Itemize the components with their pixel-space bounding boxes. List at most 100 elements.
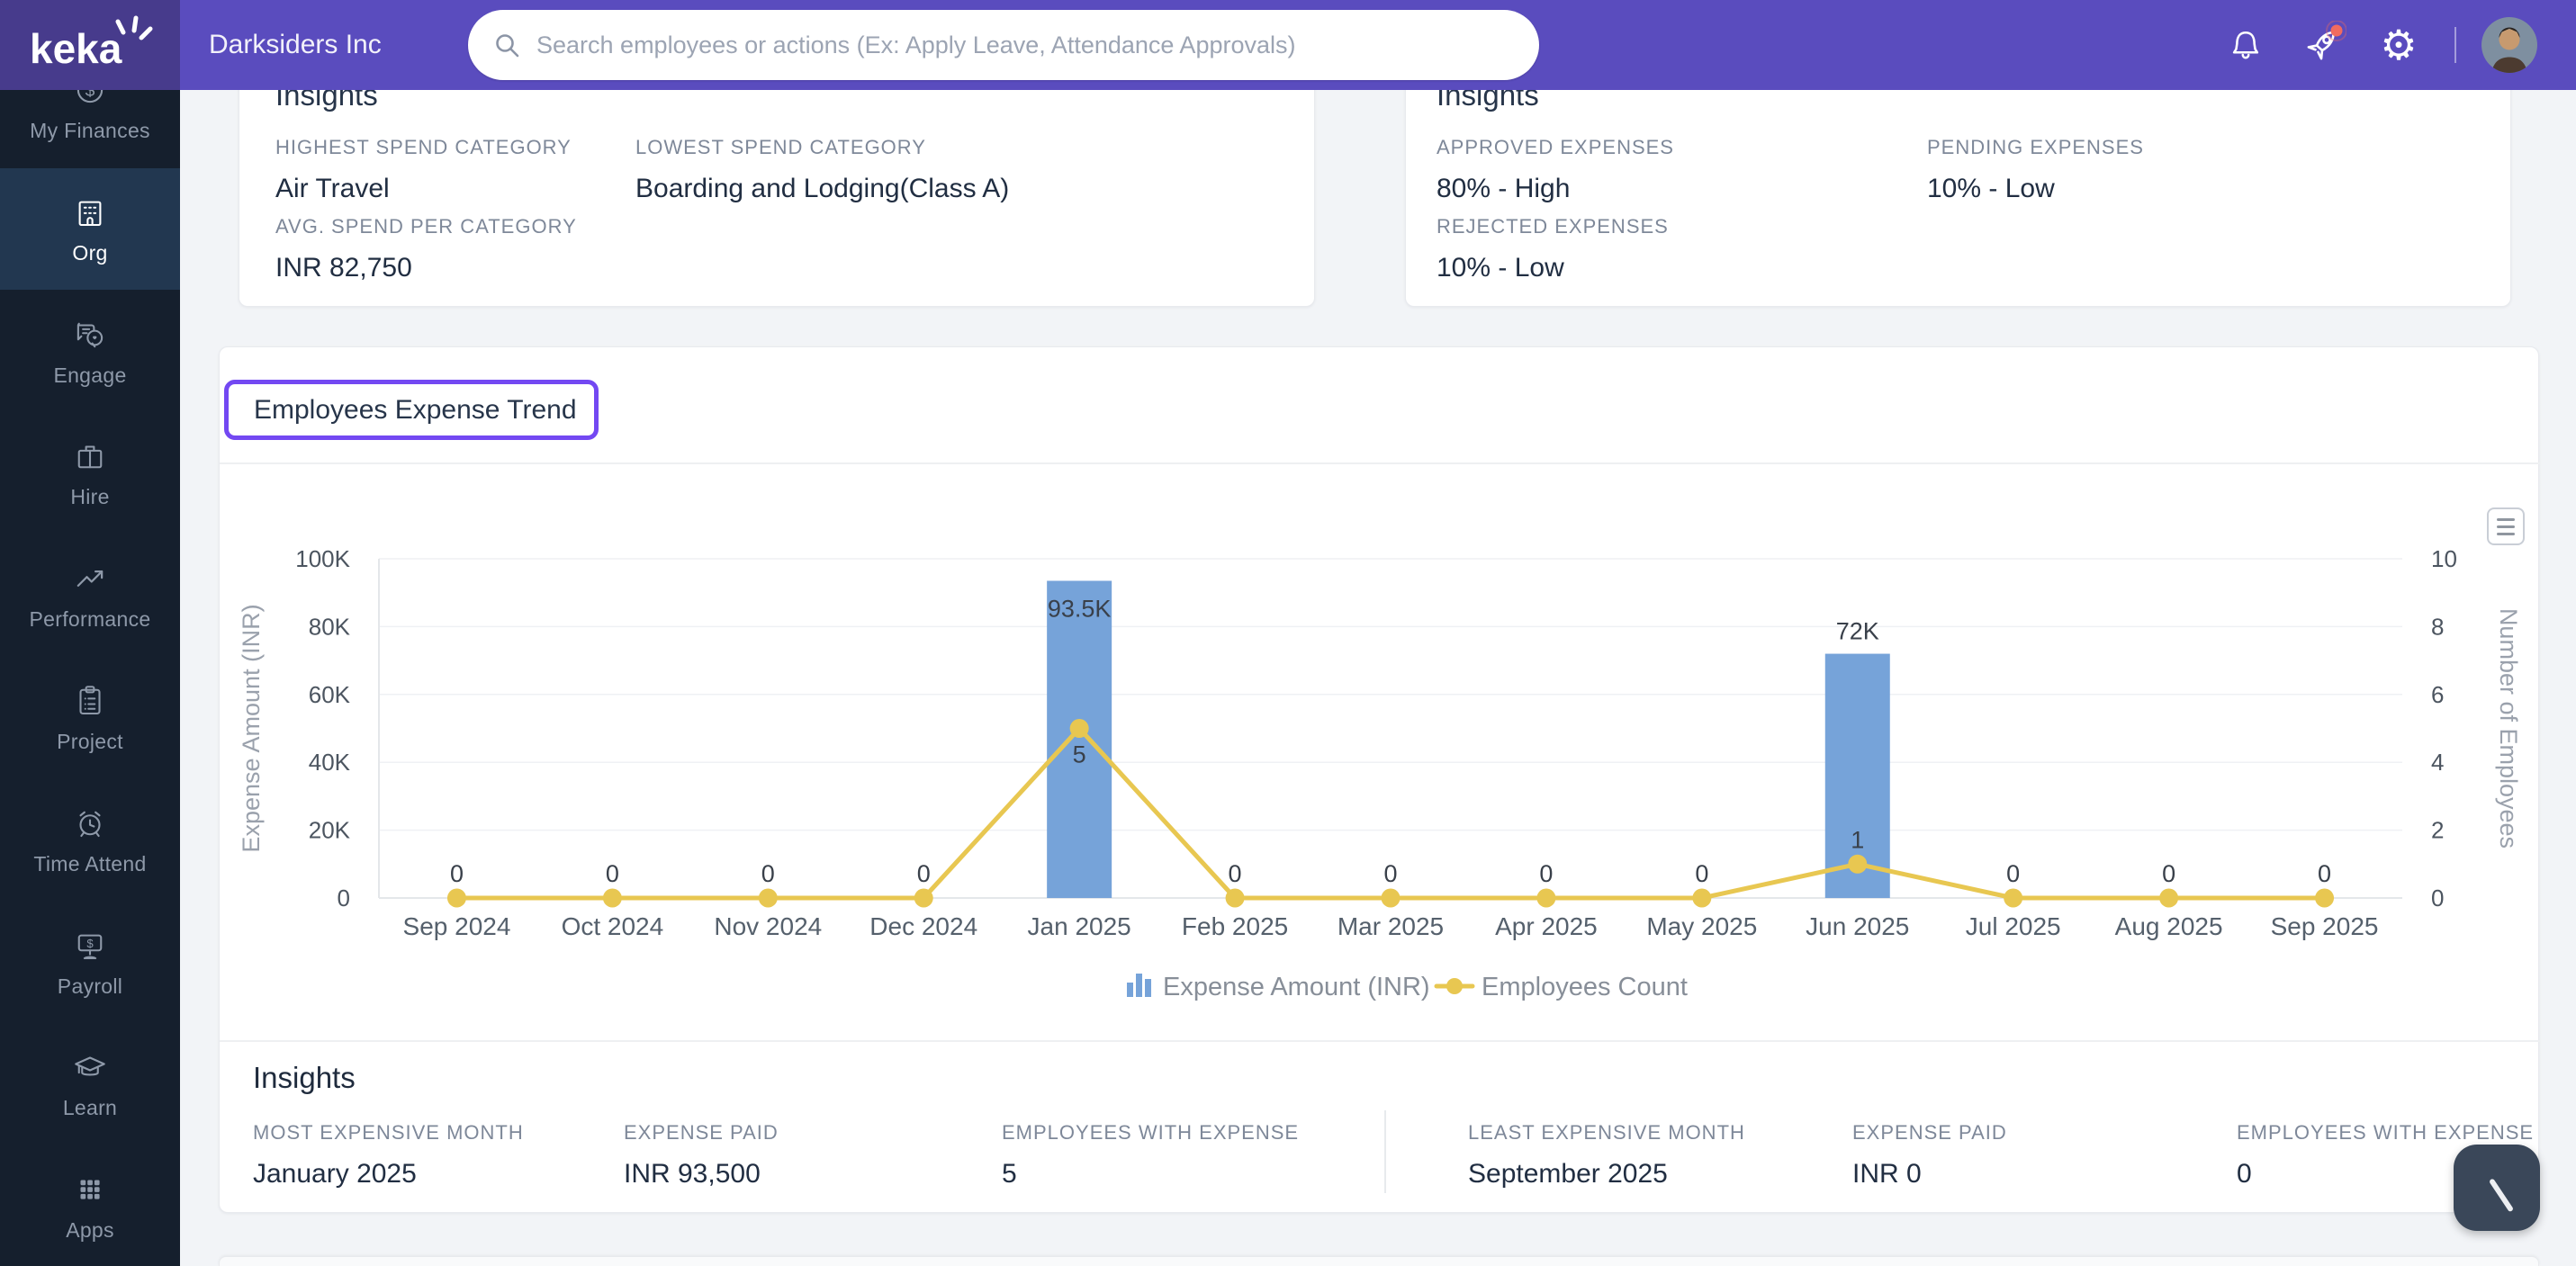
svg-text:Apr 2025: Apr 2025 <box>1495 912 1598 940</box>
employees-with-expense-field: EMPLOYEES WITH EXPENSE 5 <box>1002 1121 1300 1189</box>
user-avatar[interactable] <box>2481 17 2537 73</box>
svg-text:Oct 2024: Oct 2024 <box>562 912 664 940</box>
chat-heart-icon <box>71 315 109 355</box>
svg-text:72K: 72K <box>1836 618 1879 645</box>
rejected-expenses-field: REJECTED EXPENSES 10% - Low <box>1437 215 1669 283</box>
whats-new-button[interactable] <box>2297 0 2347 90</box>
notification-dot <box>2330 24 2343 37</box>
divider <box>2454 27 2456 63</box>
global-search[interactable] <box>468 10 1539 80</box>
alarm-clock-icon <box>71 804 109 843</box>
svg-text:0: 0 <box>338 884 350 911</box>
sidebar-item-label: Hire <box>70 485 110 508</box>
approved-expenses-field: APPROVED EXPENSES 80% - High <box>1437 136 1674 203</box>
svg-text:Nov 2024: Nov 2024 <box>714 912 822 940</box>
svg-text:20K: 20K <box>309 817 351 844</box>
keka-logo-icon: keka <box>30 15 153 72</box>
lowest-spend-field: LOWEST SPEND CATEGORY Boarding and Lodgi… <box>635 136 1010 203</box>
svg-text:2: 2 <box>2431 817 2444 844</box>
svg-text:80K: 80K <box>309 613 351 640</box>
divider <box>1384 1110 1386 1193</box>
svg-text:Expense Amount (INR): Expense Amount (INR) <box>1163 973 1430 1001</box>
gear-icon: ⚙ <box>2380 22 2418 68</box>
sidebar-item-payroll[interactable]: $ Payroll <box>0 902 180 1023</box>
expense-paid-field: EXPENSE PAID INR 93,500 <box>624 1121 779 1189</box>
svg-text:8: 8 <box>2431 613 2444 640</box>
sidebar-item-label: Engage <box>53 364 127 387</box>
company-name: Darksiders Inc <box>209 30 382 59</box>
search-input[interactable] <box>468 10 1539 80</box>
svg-text:40K: 40K <box>309 749 351 776</box>
svg-text:10: 10 <box>2431 545 2457 572</box>
notifications-button[interactable] <box>2225 0 2266 90</box>
keka-logo[interactable]: keka <box>0 0 180 90</box>
sidebar-item-label: Payroll <box>57 974 123 998</box>
sidebar-item-engage[interactable]: Engage <box>0 291 180 412</box>
sidebar-item-label: Apps <box>66 1218 114 1242</box>
employees-expense-trend-card: Employees Expense Trend 0 0 20K 2 40K 4 60K 6 80… <box>219 346 2540 1213</box>
rocket-icon <box>2307 21 2346 60</box>
logo-text: keka <box>30 25 122 72</box>
svg-text:0: 0 <box>761 860 775 887</box>
sidebar: $ My Finances Org Engage Hire Performanc… <box>0 76 180 1266</box>
svg-text:0: 0 <box>1229 860 1242 887</box>
svg-text:0: 0 <box>450 860 464 887</box>
svg-text:Jun 2025: Jun 2025 <box>1806 912 1909 940</box>
expense-trend-chart: 0 0 20K 2 40K 4 60K 6 80K 8 100K 10 93.5K 72K 0 0 0 0 5 0 0 0… <box>238 545 2522 1001</box>
approval-insights-card: Insights APPROVED EXPENSES 80% - High PE… <box>1405 52 2511 307</box>
svg-text:May 2025: May 2025 <box>1646 912 1757 940</box>
expense-paid-field: EXPENSE PAID INR 0 <box>1852 1121 2007 1189</box>
svg-text:93.5K: 93.5K <box>1048 596 1112 623</box>
svg-text:0: 0 <box>1539 860 1553 887</box>
svg-text:Mar 2025: Mar 2025 <box>1338 912 1444 940</box>
sidebar-item-time-attend[interactable]: Time Attend <box>0 779 180 901</box>
ai-assistant-fab[interactable] <box>2454 1145 2540 1231</box>
most-expensive-month-field: MOST EXPENSIVE MONTH January 2025 <box>253 1121 524 1189</box>
trend-up-icon <box>71 559 109 598</box>
svg-text:Dec 2024: Dec 2024 <box>869 912 977 940</box>
apps-grid-icon <box>71 1170 109 1209</box>
svg-text:100K: 100K <box>295 545 350 572</box>
svg-text:5: 5 <box>1073 741 1086 768</box>
svg-text:Sep 2024: Sep 2024 <box>403 912 511 940</box>
settings-button[interactable]: ⚙ <box>2376 0 2421 90</box>
magic-wand-icon <box>2478 1165 2515 1212</box>
svg-text:Feb 2025: Feb 2025 <box>1182 912 1288 940</box>
avg-spend-field: AVG. SPEND PER CATEGORY INR 82,750 <box>275 215 577 283</box>
sidebar-item-learn[interactable]: Learn <box>0 1023 180 1145</box>
briefcase-icon <box>71 436 109 476</box>
svg-text:0: 0 <box>1383 860 1397 887</box>
svg-text:0: 0 <box>2162 860 2175 887</box>
sidebar-item-org[interactable]: Org <box>0 168 180 290</box>
svg-text:$: $ <box>86 937 94 950</box>
sidebar-item-project[interactable]: Project <box>0 657 180 778</box>
sidebar-item-performance[interactable]: Performance <box>0 534 180 656</box>
next-section-edge <box>219 1256 2539 1266</box>
sidebar-item-label: Performance <box>29 607 151 631</box>
least-expensive-month-field: LEAST EXPENSIVE MONTH September 2025 <box>1468 1121 1745 1189</box>
avatar-photo <box>2481 17 2537 73</box>
building-icon <box>71 193 109 232</box>
section-title: Employees Expense Trend <box>254 394 577 425</box>
top-bar: keka Darksiders Inc ⚙ <box>0 0 2576 90</box>
insights-heading: Insights <box>253 1061 356 1094</box>
svg-text:6: 6 <box>2431 681 2444 708</box>
sidebar-item-label: Project <box>57 730 123 753</box>
svg-text:Aug 2025: Aug 2025 <box>2115 912 2223 940</box>
svg-text:Jul 2025: Jul 2025 <box>1966 912 2061 940</box>
svg-text:4: 4 <box>2431 749 2444 776</box>
svg-text:60K: 60K <box>309 681 351 708</box>
sidebar-item-label: Learn <box>62 1096 118 1119</box>
divider <box>220 1040 2540 1042</box>
sidebar-item-apps[interactable]: Apps <box>0 1145 180 1266</box>
bell-icon <box>2232 31 2259 59</box>
monitor-dollar-icon: $ <box>71 926 109 965</box>
clipboard-icon <box>71 681 109 721</box>
sidebar-item-label: My Finances <box>30 119 150 142</box>
svg-text:0: 0 <box>2431 884 2444 911</box>
svg-text:0: 0 <box>917 860 931 887</box>
svg-text:1: 1 <box>1851 826 1864 853</box>
svg-text:Employees Count: Employees Count <box>1482 973 1688 1001</box>
expense-trend-title-highlight: Employees Expense Trend <box>224 380 599 440</box>
sidebar-item-hire[interactable]: Hire <box>0 412 180 534</box>
